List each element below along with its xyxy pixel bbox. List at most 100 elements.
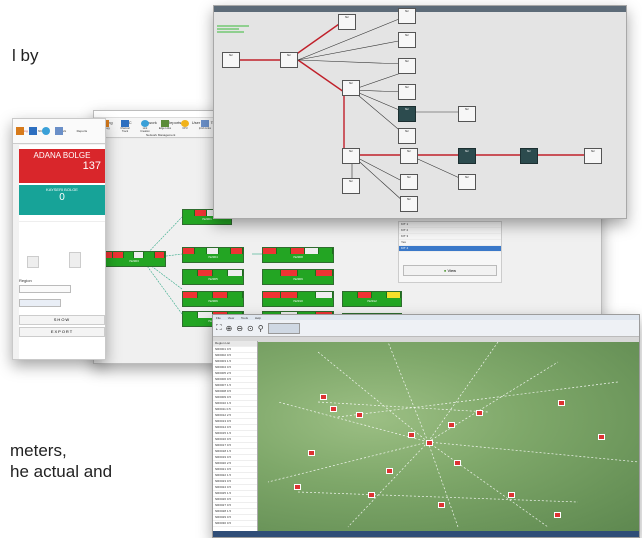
map-screenshot: File View Tools Help ⛶ ⊕ ⊖ ⊙ ⚲ BTS Chann…: [212, 314, 640, 538]
topology-node-k[interactable]: Nc: [398, 128, 416, 144]
topology-node-h[interactable]: Nc: [398, 84, 416, 100]
site-marker[interactable]: [438, 502, 445, 508]
region-panel2-value: 0: [59, 192, 65, 203]
site-node-4[interactable]: IS2306: [182, 291, 244, 307]
show-button[interactable]: SHOW: [19, 315, 105, 325]
status-bar: [213, 531, 639, 537]
site-node-2[interactable]: IS2304: [182, 247, 244, 263]
site-marker[interactable]: [386, 468, 393, 474]
zoom-out-icon[interactable]: ⊖: [236, 324, 243, 333]
slide-text-bottom-1: meters,: [10, 441, 67, 460]
topology-node-j[interactable]: Nc: [458, 106, 476, 122]
region-panel-title: ADANA BOLGE: [33, 151, 91, 160]
topology-canvas: Nc Nc Nc Nc Nc Nc Nc Nc Nc Nc Nc Nc Nc N…: [214, 8, 626, 218]
tool-edge-links[interactable]: Edge Links: [158, 120, 172, 133]
view-button[interactable]: ● View: [403, 265, 497, 276]
site-marker[interactable]: [330, 406, 337, 412]
view-icon: ●: [443, 268, 447, 273]
site-marker[interactable]: [448, 422, 455, 428]
topology-node-q[interactable]: Nc: [342, 178, 360, 194]
topology-node-e[interactable]: Nc: [398, 32, 416, 48]
map-menu-file[interactable]: File: [213, 315, 224, 321]
site-node-3[interactable]: IS2305: [182, 269, 244, 285]
map-tab-bar: BTS Channel: [259, 336, 283, 350]
site-marker[interactable]: [454, 460, 461, 466]
ribbon-group-label: Network Management: [146, 133, 176, 137]
site-node-7[interactable]: IS2309: [262, 269, 334, 285]
site-marker[interactable]: [356, 412, 363, 418]
topology-node-a[interactable]: Nc: [222, 52, 240, 68]
dashboard-ribbon: Planning NCC Network Reports: [13, 119, 105, 144]
site-node-root[interactable]: IS2303: [102, 251, 166, 267]
region-panel-adana[interactable]: ADANA BOLGE 137: [19, 149, 105, 183]
ipmb-icon: [201, 120, 209, 127]
cpu-icon: [181, 120, 189, 127]
topology-node-m[interactable]: Nc: [400, 148, 418, 164]
dash-link-icon[interactable]: [42, 127, 50, 135]
region-select[interactable]: [19, 285, 71, 293]
region-panel-second[interactable]: KAYSERI BOLGE 0: [19, 185, 105, 215]
region-label: Region: [19, 278, 32, 283]
region-list-row[interactable]: NR0030 0.5: [213, 521, 257, 527]
channel-icon: [121, 120, 129, 127]
topology-node-s[interactable]: Nc: [458, 174, 476, 190]
topology-node-b[interactable]: Nc: [280, 52, 298, 68]
mini-chart: [19, 221, 105, 272]
site-marker[interactable]: [308, 450, 315, 456]
dashboard-body: ADANA BOLGE 137 KAYSERI BOLGE 0 Region S…: [19, 145, 105, 359]
link-icon: [141, 120, 149, 127]
map-menu-view[interactable]: View: [225, 315, 237, 321]
link-overlay: [267, 342, 639, 528]
site-marker[interactable]: [554, 512, 561, 518]
topology-links: [230, 16, 594, 203]
topology-node-d[interactable]: Nc: [398, 8, 416, 24]
fit-icon[interactable]: ⛶: [216, 323, 222, 333]
dash-edge-icon[interactable]: [55, 127, 63, 135]
site-marker[interactable]: [320, 394, 327, 400]
topology-node-o[interactable]: Nc: [520, 148, 538, 164]
site-marker[interactable]: [294, 484, 301, 490]
dash-channel-icon[interactable]: [29, 127, 37, 135]
topology-node-r[interactable]: Nc: [400, 174, 418, 190]
topology-node-c[interactable]: Nc: [338, 14, 356, 30]
export-button[interactable]: EXPORT: [19, 327, 105, 337]
dash-topology-icon[interactable]: [16, 127, 24, 135]
tool-channel-track[interactable]: Channel Track: [118, 120, 132, 133]
region-list-panel: Region List NR0001 0.5 NR0002 0.5 NR0003…: [213, 341, 258, 537]
topology-node-p[interactable]: Nc: [584, 148, 602, 164]
region-panel2-title: KAYSERI BOLGE: [46, 187, 78, 192]
site-node-6[interactable]: IS2308: [262, 247, 334, 263]
monitoring-dashboard-screenshot: Planning NCC Network Reports ADANA BOLGE…: [12, 118, 106, 360]
topology-node-l[interactable]: Nc: [342, 148, 360, 164]
site-marker[interactable]: [598, 434, 605, 440]
search-icon[interactable]: ⚲: [258, 324, 264, 333]
site-marker[interactable]: [426, 440, 433, 446]
zoom-area-icon[interactable]: ⊙: [247, 324, 254, 333]
topology-node-g[interactable]: Nc: [342, 80, 360, 96]
topology-screenshot: Network Topology: [213, 5, 627, 219]
topology-node-i[interactable]: Nc: [398, 106, 416, 122]
site-marker[interactable]: [408, 432, 415, 438]
topology-node-f[interactable]: Nc: [398, 58, 416, 74]
site-node-8[interactable]: IS2310: [262, 291, 334, 307]
map-menu-help[interactable]: Help: [252, 315, 264, 321]
tool-ipmb-links[interactable]: Ipmb Links: [198, 120, 212, 133]
topology-node-t[interactable]: Nc: [400, 196, 418, 212]
site-marker[interactable]: [508, 492, 515, 498]
map-menu-tools[interactable]: Tools: [238, 315, 251, 321]
side-panel: KIT 1 KIT 2 KIT 3 Yes KIT 4 ● View: [398, 221, 502, 283]
site-marker[interactable]: [558, 400, 565, 406]
site-marker[interactable]: [476, 410, 483, 416]
dash-tab-reports[interactable]: Reports: [74, 128, 91, 134]
topology-legend: [217, 24, 249, 38]
site-node-10[interactable]: IS2312: [342, 291, 402, 307]
layer-icon[interactable]: [267, 322, 300, 334]
zoom-in-icon[interactable]: ⊕: [226, 324, 233, 333]
site-marker[interactable]: [368, 492, 375, 498]
topology-node-n[interactable]: Nc: [458, 148, 476, 164]
tool-cpu[interactable]: CPU: [178, 120, 192, 133]
terrain-map[interactable]: [258, 342, 639, 531]
map-toolbar: ⛶ ⊕ ⊖ ⊙ ⚲: [213, 320, 639, 337]
tool-link-creation[interactable]: Link Creation: [138, 120, 152, 133]
region-select-2[interactable]: [19, 299, 61, 307]
